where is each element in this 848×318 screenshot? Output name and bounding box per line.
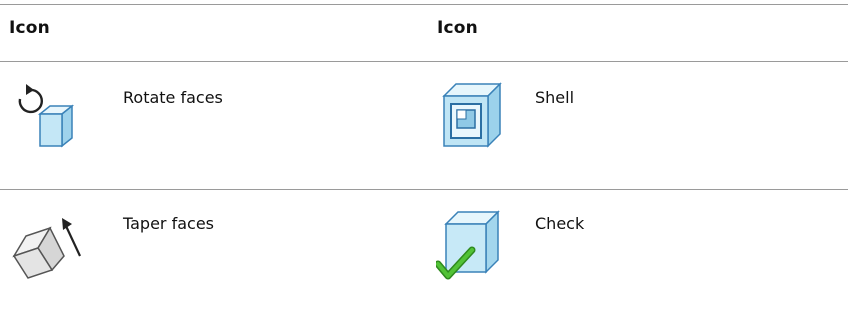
taper-faces-icon <box>8 206 88 286</box>
column-header-icon-left: Icon <box>9 18 50 38</box>
rotate-faces-label: Rotate faces <box>123 88 223 107</box>
check-label: Check <box>535 214 585 233</box>
check-icon <box>436 206 516 286</box>
rotate-faces-icon <box>8 80 88 160</box>
row-divider-rule <box>0 189 848 190</box>
column-header-icon-right: Icon <box>437 18 478 38</box>
shell-icon <box>436 80 516 160</box>
taper-faces-label: Taper faces <box>123 214 215 233</box>
header-divider-rule <box>0 61 848 62</box>
shell-label: Shell <box>535 88 575 107</box>
table-top-rule <box>0 4 848 5</box>
